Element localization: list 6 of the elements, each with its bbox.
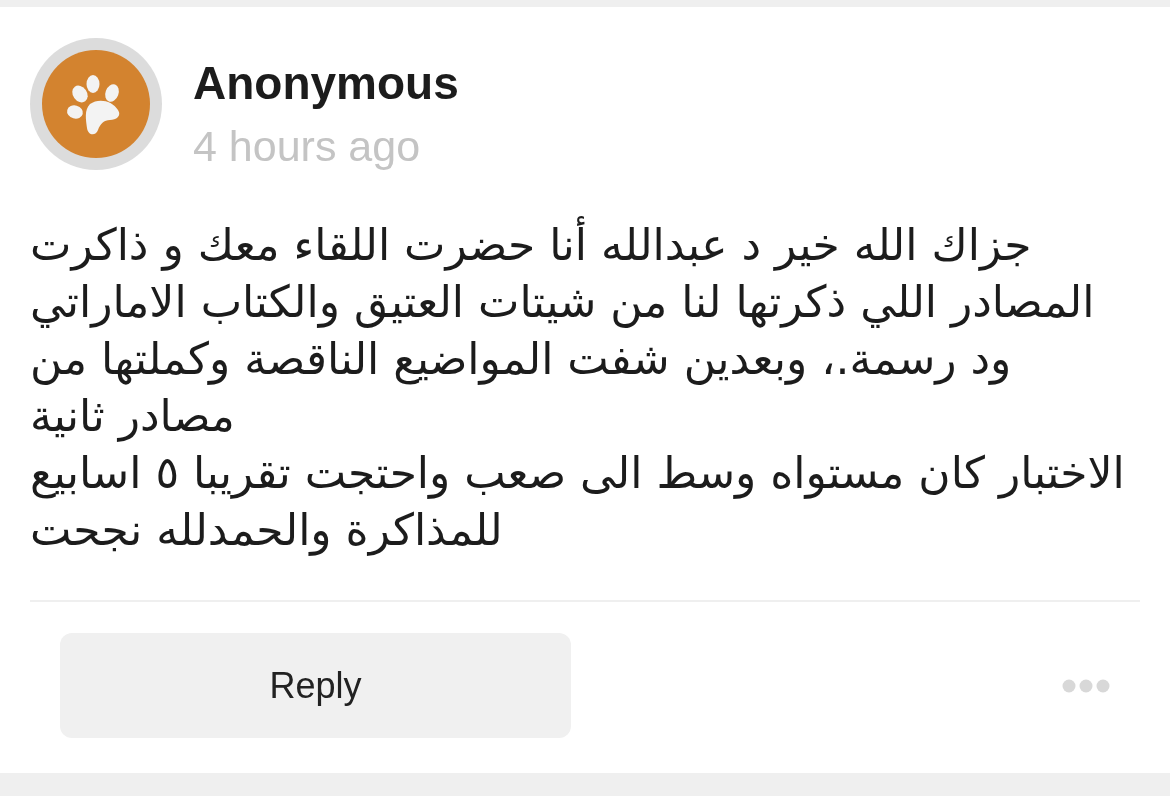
comment-text: جزاك الله خير د عبدالله أنا حضرت اللقاء معك و ذاكرت المصادر اللي ذكرتها لنا من شيتات العتيق والكتاب الاماراتي ود رسمة.، وبعدين شفت المواضيع الناقصة وكملتها من مصادر ثانية الاختبار كان مستواه وسط الى صعب واحتجت تقريبا ٥ اسابيع للمذاكرة والحمدلله نجحت <box>30 216 1140 558</box>
reply-button[interactable]: Reply <box>60 633 571 738</box>
more-icon[interactable] <box>1062 678 1110 693</box>
post-time: 4 hours ago <box>193 121 422 172</box>
paw-avatar-icon <box>30 38 162 170</box>
author-name: Anonymous <box>193 56 459 111</box>
